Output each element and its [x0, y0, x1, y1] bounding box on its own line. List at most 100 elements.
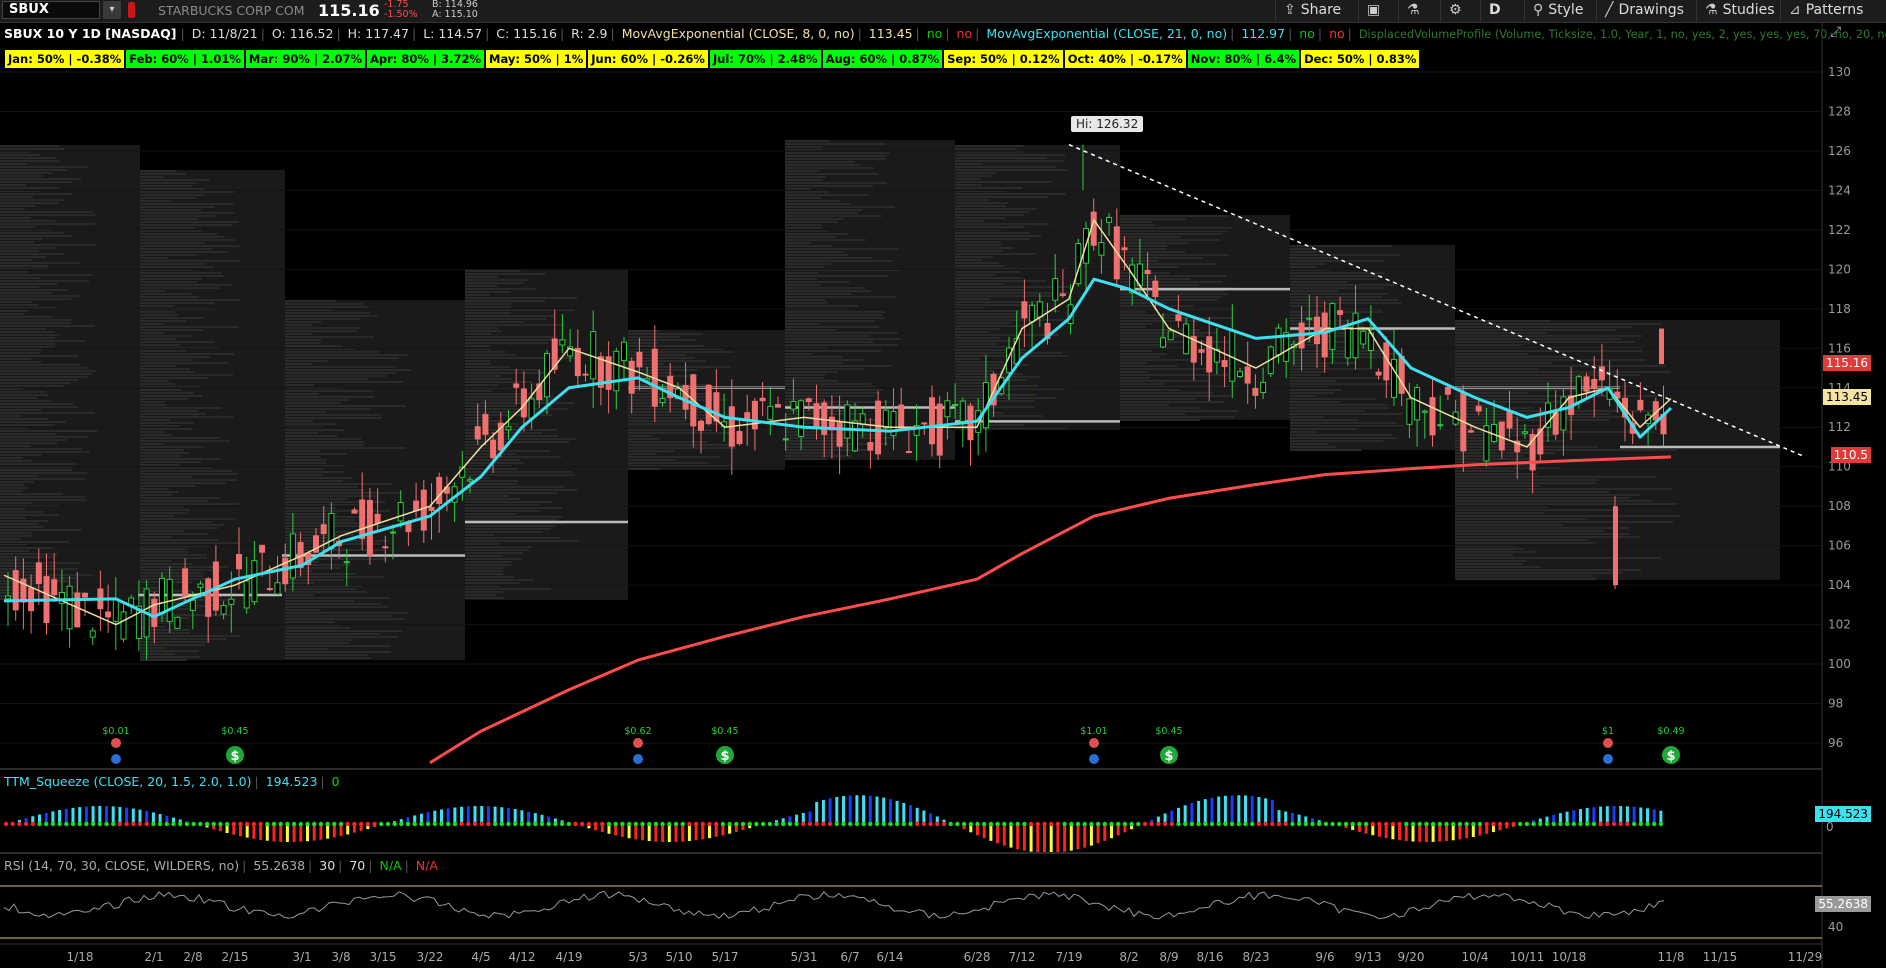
volume-profile-row [465, 552, 524, 554]
price-chart[interactable]: $0.01 $0.45 $ $0.62 $0.45 $ $1.01 $0.45 $ $1 $0.49… [0, 0, 1886, 968]
candle-body [944, 400, 951, 418]
volume-profile-row [1455, 326, 1632, 328]
volume-profile-row [0, 271, 28, 273]
volume-profile-row [285, 606, 388, 608]
volume-profile-row [0, 256, 47, 258]
pane-divider[interactable] [0, 768, 1822, 770]
squeeze-dot [1363, 821, 1369, 827]
volume-profile-row [140, 572, 204, 574]
volume-profile-row [785, 455, 853, 457]
squeeze-dot [1169, 821, 1175, 827]
squeeze-dot [204, 821, 210, 827]
squeeze-dot [660, 821, 665, 827]
squeeze-dot [606, 821, 612, 827]
volume-profile-row [1120, 389, 1180, 391]
volume-profile-row [465, 375, 501, 377]
expand-icon[interactable]: ⤢ [1830, 24, 1841, 40]
dividend-amount: $0.01 [102, 726, 129, 737]
volume-profile-row [1290, 434, 1393, 436]
dividend-amount: $0.49 [1657, 726, 1684, 737]
rsi-study-label[interactable]: RSI (14, 70, 30, CLOSE, WILDERS, no) [4, 858, 242, 873]
time-tick-label: 5/17 [712, 950, 739, 964]
volume-profile-row [785, 293, 851, 295]
squeeze-dot [901, 821, 906, 827]
volume-profile-row [140, 503, 239, 505]
squeeze-dot [1451, 821, 1456, 827]
squeeze-dot [1162, 821, 1168, 827]
squeeze-dot [700, 821, 705, 827]
rsi-na: N/A [379, 858, 402, 873]
volume-profile-row [1455, 458, 1532, 460]
volume-profile-row [285, 429, 345, 431]
volume-profile-row [140, 320, 187, 322]
volume-profile-row [285, 648, 329, 650]
squeeze-bar [815, 801, 819, 824]
volume-profile-row [140, 389, 182, 391]
squeeze-study-label[interactable]: TTM_Squeeze (CLOSE, 20, 1.5, 2.0, 1.0) [4, 774, 255, 789]
volume-profile-row [0, 241, 35, 243]
volume-profile-row [0, 211, 94, 213]
volume-profile-row [465, 378, 513, 380]
volume-profile-row [285, 462, 327, 464]
volume-profile-row [955, 232, 1030, 234]
candle-body [112, 598, 119, 622]
volume-profile-row [140, 650, 199, 652]
volume-profile-row [1455, 476, 1657, 478]
candle-body [1468, 430, 1474, 433]
volume-profile-row [285, 510, 390, 512]
volume-profile-row [140, 578, 211, 580]
volume-profile-row [955, 199, 989, 201]
candle-body [698, 420, 704, 431]
candle-body [359, 499, 366, 540]
volume-profile-row [1455, 500, 1652, 502]
volume-profile-row [0, 310, 28, 312]
volume-profile-row [1290, 419, 1359, 421]
volume-profile-row [1455, 365, 1667, 367]
squeeze-dot [258, 821, 263, 827]
volume-profile-row [0, 403, 74, 405]
squeeze-dot [720, 821, 726, 827]
squeeze-dot [1196, 821, 1201, 827]
squeeze-bar [279, 824, 283, 842]
candle-body [636, 351, 643, 368]
candle-body [528, 398, 535, 419]
squeeze-dot [30, 821, 35, 827]
volume-profile-row [1455, 533, 1629, 535]
volume-profile-row [140, 527, 219, 529]
volume-profile-row [140, 326, 239, 328]
squeeze-dot [955, 821, 960, 827]
volume-profile-row [465, 519, 557, 521]
volume-profile-row [955, 217, 1006, 219]
volume-profile-row [1455, 359, 1646, 361]
squeeze-dot [1276, 821, 1282, 827]
volume-profile-row [0, 535, 34, 537]
candle-body [1437, 424, 1444, 427]
volume-profile-row [140, 371, 196, 373]
volume-profile-row [0, 289, 68, 291]
volume-profile-row [955, 262, 1000, 264]
squeeze-dot [653, 821, 659, 827]
squeeze-dot [131, 821, 136, 827]
volume-profile-row [1290, 359, 1321, 361]
volume-profile-row [1455, 395, 1664, 397]
candle-body [659, 398, 666, 403]
volume-profile-row [785, 356, 843, 358]
candle-body [1583, 376, 1590, 392]
squeeze-dot [1638, 821, 1644, 827]
price-tick-label: 96 [1828, 736, 1843, 750]
volume-profile-row [955, 277, 1023, 279]
squeeze-bar [125, 807, 129, 824]
squeeze-dot [358, 821, 364, 827]
squeeze-dot [265, 821, 270, 827]
volume-profile-row [465, 516, 563, 518]
volume-profile-row [1290, 278, 1378, 280]
earnings-info-icon [1603, 754, 1613, 764]
price-tick-label: 104 [1828, 578, 1851, 592]
volume-profile-row [465, 306, 512, 308]
volume-profile-row [140, 542, 239, 544]
volume-profile-row [140, 437, 220, 439]
volume-profile-row [0, 250, 39, 252]
volume-profile-row [1290, 398, 1377, 400]
pane-divider[interactable] [0, 852, 1822, 854]
squeeze-bar [1022, 824, 1026, 851]
